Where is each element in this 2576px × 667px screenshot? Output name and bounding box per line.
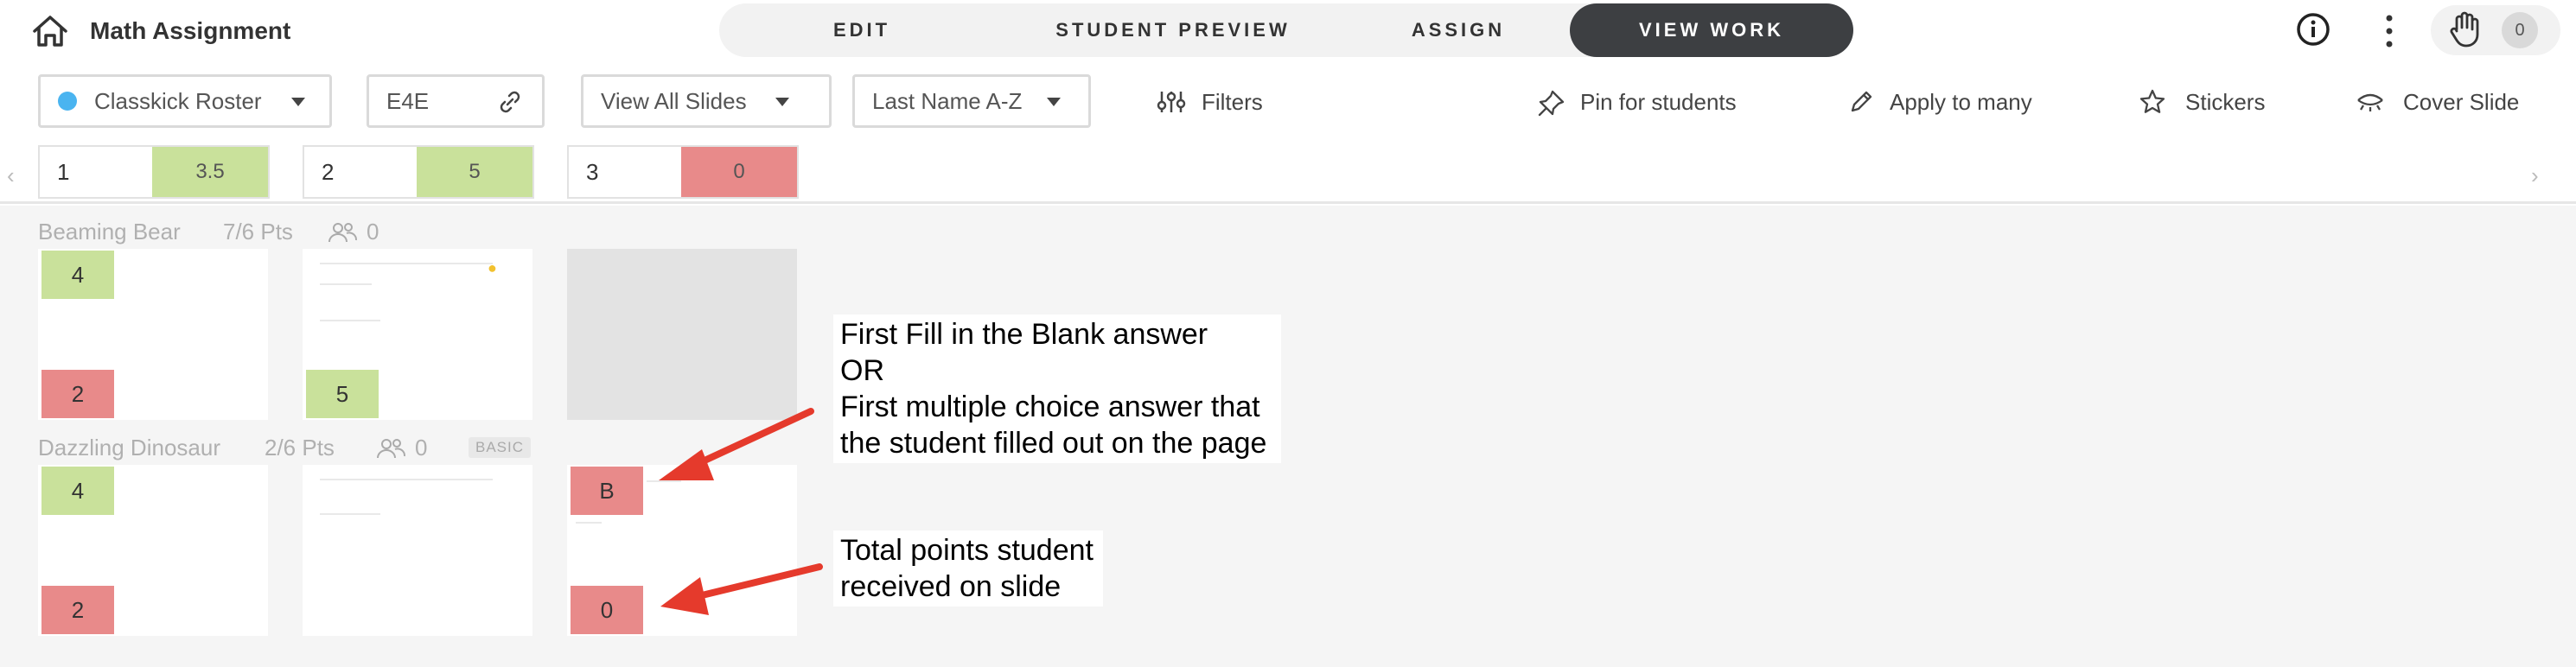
pin-icon — [1538, 90, 1565, 117]
plan-badge: BASIC — [469, 437, 532, 458]
total-points-box: 5 — [306, 370, 379, 418]
cover-slide-label: Cover Slide — [2403, 89, 2520, 115]
cover-slide-button[interactable]: Cover Slide — [2355, 86, 2554, 118]
student-name: Dazzling Dinosaur — [38, 435, 220, 461]
chevron-down-icon — [291, 98, 305, 106]
slide-preview-line — [320, 513, 380, 515]
slide-score: 3.5 — [152, 147, 268, 197]
class-code-field[interactable]: E4E — [367, 74, 545, 128]
slide-tab-3[interactable]: 3 0 — [567, 145, 799, 199]
filters-button[interactable]: Filters — [1157, 86, 1278, 118]
star-icon — [2139, 89, 2165, 113]
answer-box: B — [571, 467, 643, 515]
student-points: 7/6 Pts — [223, 219, 293, 245]
filters-icon — [1157, 92, 1186, 112]
scroll-left-icon[interactable]: ‹ — [7, 162, 15, 189]
annotation-line: the student filled out on the page — [840, 427, 1267, 460]
slide-number: 1 — [57, 159, 70, 185]
total-points-box: 2 — [41, 586, 114, 634]
roster-dropdown[interactable]: Classkick Roster — [38, 74, 332, 128]
apply-to-many-button[interactable]: Apply to many — [1848, 86, 2064, 118]
helpers-count: 0 — [415, 435, 428, 461]
slide-preview-line — [576, 522, 602, 524]
student-name: Beaming Bear — [38, 219, 181, 245]
tab-student-preview[interactable]: STUDENT PREVIEW — [1004, 3, 1342, 57]
total-points-box: 0 — [571, 586, 643, 634]
pin-label: Pin for students — [1580, 89, 1737, 115]
slide-preview-line — [320, 283, 372, 285]
total-points-box: 2 — [41, 370, 114, 418]
slide-tab-2[interactable]: 2 5 — [303, 145, 534, 199]
slide-preview-line — [320, 263, 493, 264]
slide-number: 2 — [322, 159, 335, 185]
slides-filter-dropdown[interactable]: View All Slides — [581, 74, 832, 128]
roster-label: Classkick Roster — [94, 88, 262, 114]
slide-score: 5 — [417, 147, 532, 197]
slide-score-strip: ‹ 1 3.5 2 5 3 0 › — [0, 138, 2576, 204]
sort-label: Last Name A-Z — [872, 88, 1023, 114]
tab-assign[interactable]: ASSIGN — [1342, 3, 1575, 57]
work-thumbnail-empty[interactable] — [567, 249, 797, 420]
scroll-right-icon[interactable]: › — [2531, 162, 2539, 189]
slide-tab-1[interactable]: 1 3.5 — [38, 145, 270, 199]
pencil-icon — [1851, 91, 1872, 112]
student-header: Dazzling Dinosaur 2/6 Pts 0 BASIC — [38, 434, 532, 461]
slide-score: 0 — [681, 147, 797, 197]
answer-box: 4 — [41, 251, 114, 299]
pin-for-students-button[interactable]: Pin for students — [1537, 86, 1770, 118]
stickers-button[interactable]: Stickers — [2139, 86, 2286, 118]
link-icon[interactable] — [497, 89, 523, 115]
work-thumbnail[interactable]: 4 2 — [38, 249, 268, 420]
student-header: Beaming Bear 7/6 Pts 0 — [38, 218, 379, 245]
helpers-icon — [328, 223, 357, 243]
annotation-line: First multiple choice answer that — [840, 391, 1260, 423]
annotation-line: Total points student — [840, 534, 1094, 567]
mode-tabs: EDIT STUDENT PREVIEW ASSIGN VIEW WORK — [719, 3, 1853, 57]
class-code: E4E — [386, 88, 430, 114]
annotation-line: received on slide — [840, 570, 1062, 603]
tab-view-work[interactable]: VIEW WORK — [1570, 3, 1853, 57]
annotation-line: First Fill in the Blank answer — [840, 318, 1208, 351]
helpers-icon — [377, 439, 405, 459]
slide-preview-line — [647, 480, 681, 482]
more-options-icon[interactable] — [2379, 12, 2400, 50]
answer-annotation: First Fill in the Blank answer OR First … — [833, 314, 1281, 463]
raised-hand-icon[interactable] — [2448, 10, 2483, 48]
closed-eye-icon — [2357, 93, 2383, 111]
student-work-area: Beaming Bear 7/6 Pts 0 4 2 ● 5 Dazzling … — [0, 206, 2576, 667]
top-bar: Math Assignment EDIT STUDENT PREVIEW ASS… — [0, 0, 2576, 64]
helpers-count: 0 — [367, 219, 379, 245]
total-annotation: Total points student received on slide — [833, 530, 1103, 607]
chevron-down-icon — [1047, 98, 1061, 106]
slide-preview-line — [320, 320, 380, 321]
annotation-line: OR — [840, 354, 884, 387]
slides-filter-label: View All Slides — [601, 88, 747, 114]
answer-box: 4 — [41, 467, 114, 515]
home-icon[interactable] — [31, 14, 69, 48]
stickers-label: Stickers — [2185, 89, 2266, 115]
info-icon[interactable] — [2296, 12, 2331, 47]
tab-edit[interactable]: EDIT — [719, 3, 1004, 57]
sort-dropdown[interactable]: Last Name A-Z — [852, 74, 1091, 128]
assignment-title: Math Assignment — [90, 17, 291, 44]
work-thumbnail[interactable]: B 0 — [567, 465, 797, 636]
filters-label: Filters — [1202, 89, 1263, 115]
student-points: 2/6 Pts — [265, 435, 335, 461]
slide-number: 3 — [586, 159, 599, 185]
lightbulb-icon: ● — [488, 259, 497, 276]
chevron-down-icon — [775, 98, 789, 106]
raised-hands-count: 0 — [2502, 12, 2538, 48]
work-thumbnail[interactable]: ● 5 — [303, 249, 532, 420]
slide-preview-line — [320, 479, 493, 480]
apply-label: Apply to many — [1890, 89, 2032, 115]
roster-color-dot — [58, 92, 77, 111]
work-thumbnail[interactable] — [303, 465, 532, 636]
work-thumbnail[interactable]: 4 2 — [38, 465, 268, 636]
